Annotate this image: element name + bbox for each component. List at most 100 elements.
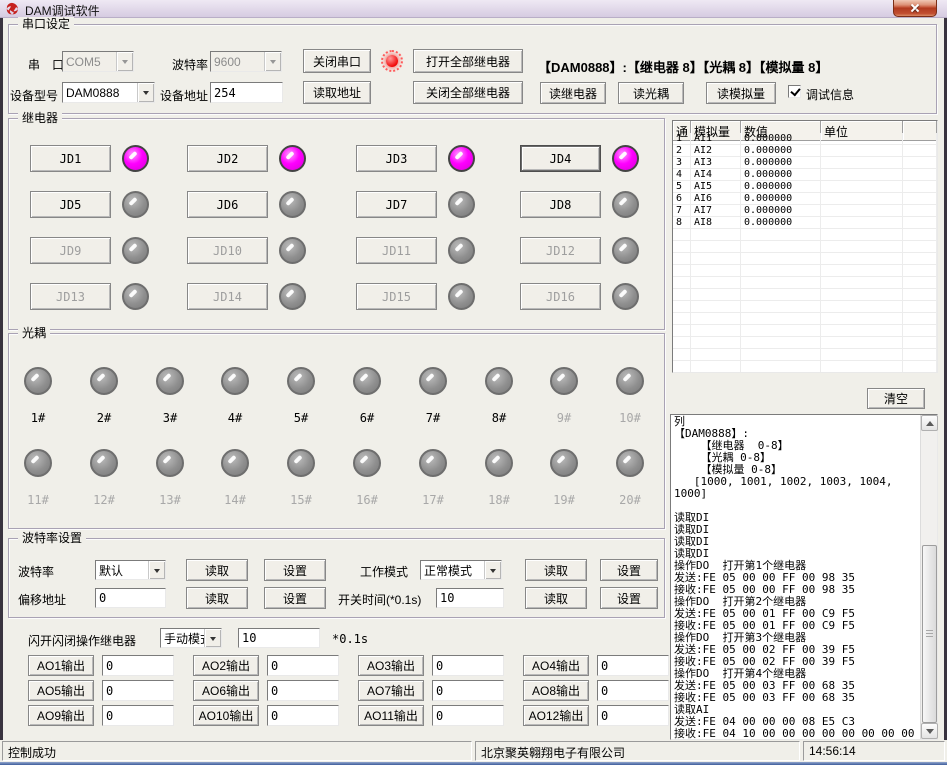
table-cell-empty — [673, 265, 691, 277]
device-model-select[interactable]: DAM0888 — [62, 82, 155, 103]
table-cell-empty — [673, 313, 691, 325]
ao-output-input-7[interactable] — [432, 680, 504, 701]
debug-info-checkbox[interactable] — [788, 85, 801, 98]
close-serial-button[interactable]: 关闭串口 — [303, 49, 371, 73]
work-mode-label: 工作模式 — [360, 563, 408, 580]
chevron-down-icon[interactable] — [484, 561, 501, 579]
table-cell-empty — [741, 277, 821, 289]
relay-button-jd16[interactable]: JD16 — [520, 283, 601, 310]
flash-time-input[interactable] — [238, 628, 320, 648]
read-analog-button[interactable]: 读模拟量 — [706, 82, 776, 104]
offset-address-input[interactable] — [95, 588, 166, 608]
relay-button-jd5[interactable]: JD5 — [30, 191, 111, 218]
offset-set-button[interactable]: 设置 — [264, 587, 326, 609]
table-cell: 0.000000 — [741, 193, 821, 205]
switch-time-set-button[interactable]: 设置 — [600, 587, 658, 609]
ao-output-button-11[interactable]: AO11输出 — [358, 705, 424, 726]
baudrate-label: 波特率 — [172, 56, 208, 73]
ao-output-input-1[interactable] — [102, 655, 174, 676]
relay-button-jd6[interactable]: JD6 — [187, 191, 268, 218]
relay-button-jd15[interactable]: JD15 — [356, 283, 437, 310]
work-mode-select[interactable]: 正常模式 — [420, 560, 502, 580]
device-address-label: 设备地址 — [160, 87, 208, 104]
relay-button-jd2[interactable]: JD2 — [187, 145, 268, 172]
opto-label-17: 17# — [411, 493, 455, 507]
ao-output-input-5[interactable] — [102, 680, 174, 701]
ao-output-button-2[interactable]: AO2输出 — [193, 655, 259, 676]
title-bar[interactable]: DAM调试软件 — [0, 0, 947, 18]
relay-led-jd15 — [448, 283, 475, 310]
relay-button-jd8[interactable]: JD8 — [520, 191, 601, 218]
read-address-button[interactable]: 读取地址 — [303, 81, 371, 104]
read-relay-button[interactable]: 读继电器 — [540, 82, 606, 104]
work-mode-value: 正常模式 — [421, 562, 484, 579]
relay-button-jd7[interactable]: JD7 — [356, 191, 437, 218]
ao-output-button-7[interactable]: AO7输出 — [358, 680, 424, 701]
flash-relay-label: 闪开闪闭操作继电器 — [28, 632, 136, 649]
table-cell-channel: 4 — [673, 169, 691, 181]
relay-button-jd10[interactable]: JD10 — [187, 237, 268, 264]
baud-set-button[interactable]: 设置 — [264, 559, 326, 581]
table-cell-empty — [673, 277, 691, 289]
table-cell-channel: 6 — [673, 193, 691, 205]
log-scrollbar[interactable] — [920, 415, 937, 739]
table-cell: AI7 — [691, 205, 741, 217]
analog-table[interactable]: 通模拟量数值单位1AI10.0000002AI20.0000003AI30.00… — [672, 120, 938, 373]
relay-button-jd3[interactable]: JD3 — [356, 145, 437, 172]
ao-output-button-8[interactable]: AO8输出 — [523, 680, 589, 701]
log-box[interactable]: 列 【DAM0888】: 【继电器 0-8】 【光耦 0-8】 【模拟量 0-8… — [670, 414, 938, 740]
relay-button-jd14[interactable]: JD14 — [187, 283, 268, 310]
baud-select[interactable]: 默认 — [95, 560, 166, 580]
relay-button-jd1[interactable]: JD1 — [30, 145, 111, 172]
ao-output-input-10[interactable] — [267, 705, 339, 726]
offset-read-button[interactable]: 读取 — [186, 587, 248, 609]
ao-output-input-6[interactable] — [267, 680, 339, 701]
opto-led-15 — [287, 449, 315, 477]
chevron-down-icon[interactable] — [137, 83, 154, 102]
table-cell — [821, 193, 903, 205]
device-address-input[interactable] — [210, 82, 283, 103]
ao-output-button-9[interactable]: AO9输出 — [28, 705, 94, 726]
table-cell-empty — [821, 337, 903, 349]
ao-output-input-12[interactable] — [597, 705, 669, 726]
scrollbar-thumb[interactable] — [922, 545, 937, 723]
table-cell-empty — [821, 229, 903, 241]
ao-output-button-4[interactable]: AO4输出 — [523, 655, 589, 676]
ao-output-button-5[interactable]: AO5输出 — [28, 680, 94, 701]
scroll-down-icon[interactable] — [921, 723, 938, 739]
open-all-relays-button[interactable]: 打开全部继电器 — [413, 49, 523, 73]
relay-button-jd9[interactable]: JD9 — [30, 237, 111, 264]
clear-log-button[interactable]: 清空 — [867, 388, 925, 409]
ao-output-input-2[interactable] — [267, 655, 339, 676]
ao-output-button-1[interactable]: AO1输出 — [28, 655, 94, 676]
ao-output-input-3[interactable] — [432, 655, 504, 676]
opto-label-20: 20# — [608, 493, 652, 507]
ao-output-button-10[interactable]: AO10输出 — [193, 705, 259, 726]
chevron-down-icon[interactable] — [148, 561, 165, 579]
table-cell-channel: 2 — [673, 145, 691, 157]
ao-output-button-6[interactable]: AO6输出 — [193, 680, 259, 701]
ao-output-input-4[interactable] — [597, 655, 669, 676]
relay-button-jd12[interactable]: JD12 — [520, 237, 601, 264]
switch-time-input[interactable] — [436, 588, 504, 608]
chevron-down-icon[interactable] — [204, 629, 221, 647]
table-cell — [903, 205, 937, 217]
baud-read-button[interactable]: 读取 — [186, 559, 248, 581]
flash-mode-select[interactable]: 手动模式 — [160, 628, 222, 648]
close-button[interactable] — [893, 0, 937, 17]
relay-button-jd4[interactable]: JD4 — [520, 145, 601, 172]
work-mode-set-button[interactable]: 设置 — [600, 559, 658, 581]
close-all-relays-button[interactable]: 关闭全部继电器 — [413, 81, 523, 104]
relay-button-jd11[interactable]: JD11 — [356, 237, 437, 264]
chevron-down-icon — [116, 52, 133, 71]
ao-output-input-8[interactable] — [597, 680, 669, 701]
scroll-up-icon[interactable] — [921, 415, 938, 431]
relay-button-jd13[interactable]: JD13 — [30, 283, 111, 310]
read-opto-button[interactable]: 读光耦 — [618, 82, 684, 104]
ao-output-button-12[interactable]: AO12输出 — [523, 705, 589, 726]
ao-output-input-9[interactable] — [102, 705, 174, 726]
ao-output-button-3[interactable]: AO3输出 — [358, 655, 424, 676]
work-mode-read-button[interactable]: 读取 — [525, 559, 587, 581]
switch-time-read-button[interactable]: 读取 — [525, 587, 587, 609]
ao-output-input-11[interactable] — [432, 705, 504, 726]
